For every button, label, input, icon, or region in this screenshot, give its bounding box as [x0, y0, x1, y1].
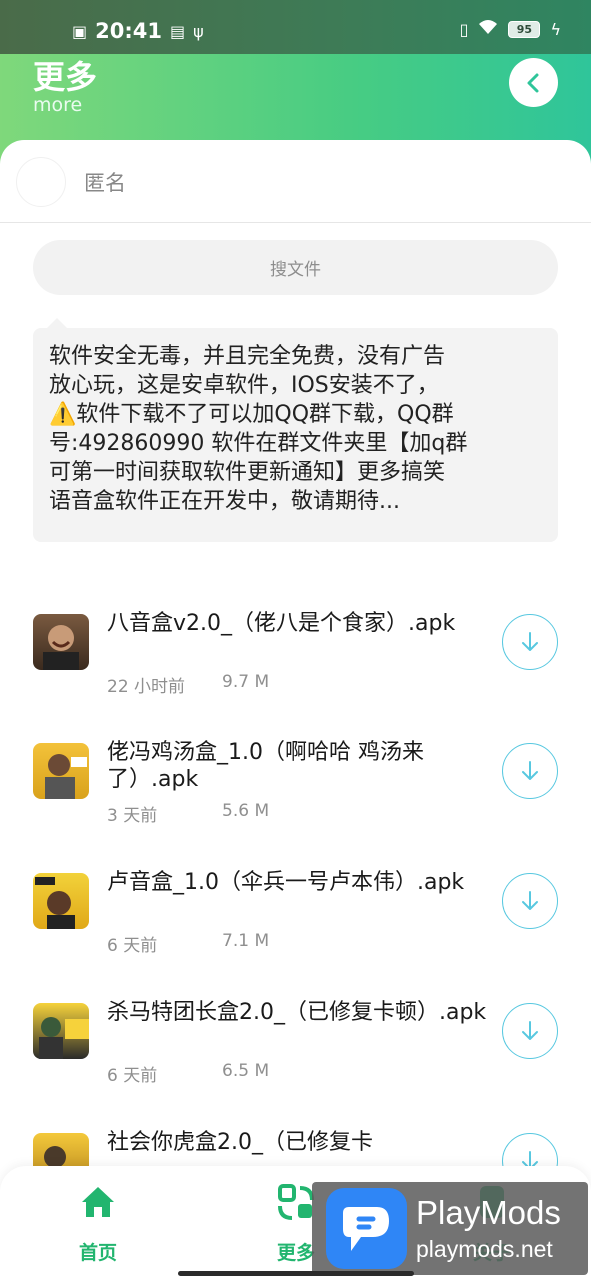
download-button[interactable]: [502, 614, 558, 670]
page-title: 更多: [33, 58, 98, 96]
file-name: 八音盒v2.0_（佬八是个食家）.apk: [107, 611, 456, 636]
list-item[interactable]: 佬冯鸡汤盒_1.0（啊哈哈 鸡汤来了）.apk 3 天前 5.6 M: [0, 740, 591, 873]
status-time: 20:41: [95, 19, 162, 43]
file-size: 5.6 M: [222, 801, 270, 821]
notice-line-text: 软件下载不了可以加QQ群下载，QQ群: [76, 402, 454, 427]
download-button[interactable]: [502, 743, 558, 799]
playmods-logo-icon: [326, 1188, 407, 1269]
download-icon: [522, 891, 538, 910]
nav-home[interactable]: 首页: [58, 1182, 138, 1265]
file-time: 6 天前: [107, 1066, 158, 1086]
download-button[interactable]: [502, 873, 558, 929]
app-icon: [33, 743, 89, 799]
usb-icon: ψ: [193, 21, 204, 41]
home-indicator[interactable]: [178, 1271, 414, 1276]
watermark-title: PlayMods: [416, 1194, 561, 1231]
file-time: 3 天前: [107, 806, 158, 826]
list-item[interactable]: 卢音盒_1.0（伞兵一号卢本伟）.apk 6 天前 7.1 M: [0, 870, 591, 1003]
app-icon: [33, 614, 89, 670]
avatar[interactable]: [16, 157, 66, 207]
notice-line: ⚠️软件下载不了可以加QQ群下载，QQ群: [49, 400, 542, 429]
sim-card-icon: ▣: [72, 21, 88, 41]
app-icon: [33, 1003, 89, 1059]
nfc-icon: ▤: [169, 21, 186, 41]
file-size: 9.7 M: [222, 672, 270, 692]
notice-line: 语音盒软件正在开发中，敬请期待...: [49, 489, 400, 514]
back-button[interactable]: [509, 58, 558, 107]
playmods-watermark: PlayMods playmods.net: [312, 1182, 588, 1275]
file-name: 佬冯鸡汤盒_1.0（啊哈哈 鸡汤来了）.apk: [107, 740, 424, 792]
notice-line: 号:492860990 软件在群文件夹里【加q群: [49, 431, 468, 456]
file-size: 6.5 M: [222, 1061, 270, 1081]
search-input[interactable]: 搜文件: [33, 240, 558, 295]
download-icon: [522, 632, 538, 651]
file-time: 22 小时前: [107, 677, 186, 697]
file-name: 杀马特团长盒2.0_（已修复卡顿）.apk: [107, 1000, 487, 1025]
download-button[interactable]: [502, 1003, 558, 1059]
user-name: 匿名: [84, 171, 126, 195]
vibrate-icon: ▯: [459, 19, 469, 39]
page-subtitle: more: [33, 94, 83, 116]
refresh-grid-icon: [278, 1184, 314, 1220]
download-icon: [522, 761, 538, 780]
file-name: 社会你虎盒2.0_（已修复卡: [107, 1130, 373, 1155]
status-bar: ▣ 20:41 ▤ ψ ▯ 95 ϟ: [0, 0, 591, 54]
list-item[interactable]: 杀马特团长盒2.0_（已修复卡顿）.apk 6 天前 6.5 M: [0, 1000, 591, 1133]
status-right: ▯ 95 ϟ: [460, 19, 561, 39]
download-icon: [522, 1021, 538, 1040]
list-item[interactable]: 八音盒v2.0_（佬八是个食家）.apk 22 小时前 9.7 M: [0, 611, 591, 744]
app-icon: [33, 873, 89, 929]
file-size: 7.1 M: [222, 931, 270, 951]
status-left: ▣ 20:41 ▤ ψ: [72, 19, 204, 43]
file-name: 卢音盒_1.0（伞兵一号卢本伟）.apk: [107, 870, 465, 895]
file-time: 6 天前: [107, 936, 158, 956]
search-placeholder: 搜文件: [270, 260, 321, 280]
nav-label: 首页: [78, 1242, 117, 1264]
notice-line: 可第一时间获取软件更新通知】更多搞笑: [49, 460, 446, 485]
charging-icon: ϟ: [550, 19, 561, 39]
home-icon: [82, 1187, 114, 1217]
wifi-icon: [478, 19, 498, 39]
chevron-left-icon: [527, 73, 538, 92]
notice-line: 放心玩，这是安卓软件，IOS安装不了，: [49, 373, 439, 398]
user-row[interactable]: 匿名: [0, 140, 591, 223]
notice-box: 软件安全无毒，并且完全免费，没有广告 放心玩，这是安卓软件，IOS安装不了， ⚠…: [33, 328, 558, 542]
watermark-url: playmods.net: [416, 1236, 553, 1262]
warning-icon: ⚠️: [49, 402, 77, 427]
battery-icon: 95: [508, 20, 541, 38]
notice-line: 软件安全无毒，并且完全免费，没有广告: [49, 344, 446, 369]
